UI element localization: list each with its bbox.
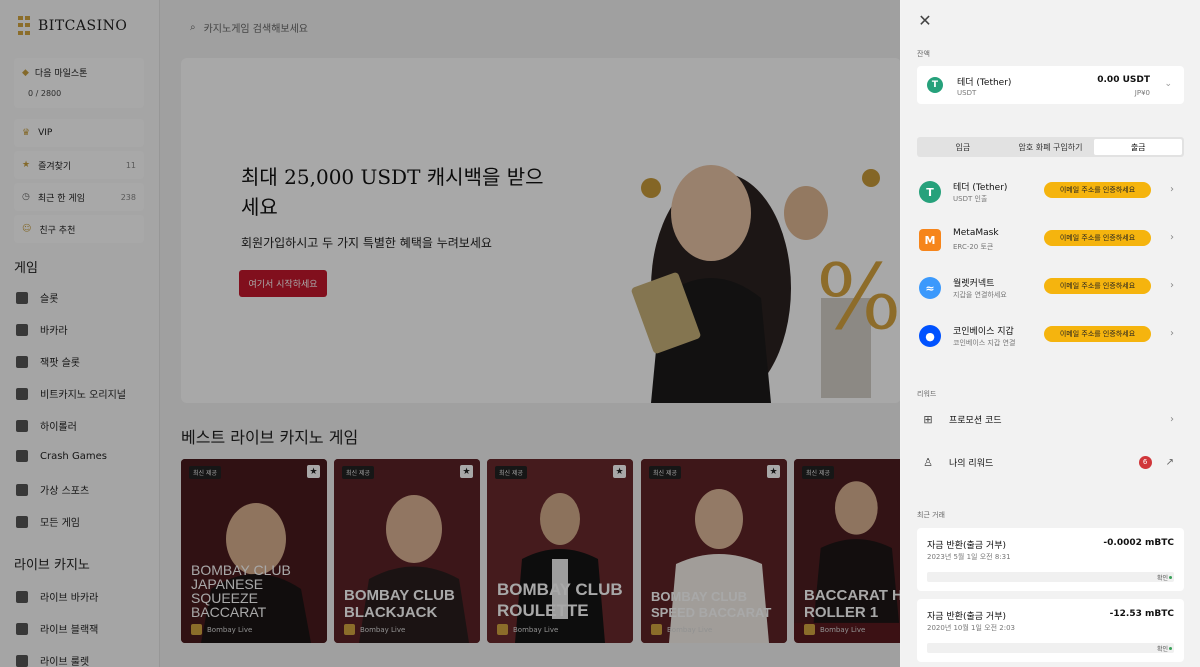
method-sub: ERC-20 토큰 — [953, 243, 994, 251]
tether-icon: T — [919, 181, 941, 203]
method-sub: 코인베이스 지갑 연결 — [953, 339, 1016, 347]
walletconnect-icon: ≈ — [919, 277, 941, 299]
status-dot-icon — [1169, 647, 1172, 650]
coinbase-icon: ● — [919, 325, 941, 347]
chevron-right-icon: › — [1170, 413, 1174, 425]
tab-withdraw[interactable]: 출금 — [1094, 139, 1183, 155]
chevron-down-icon: ⌄ — [1164, 79, 1172, 89]
wallet-tabs: 입금 암호 화폐 구입하기 출금 — [917, 137, 1184, 157]
modal-backdrop[interactable] — [0, 0, 900, 667]
chevron-right-icon: › — [1170, 232, 1174, 243]
wallet-panel: ✕ 잔액 T 테더 (Tether) USDT 0.00 USDT JP¥0 ⌄… — [901, 0, 1200, 667]
method-sub: USDT 인출 — [953, 195, 988, 203]
rewards-count-badge: 6 — [1138, 455, 1152, 469]
transaction-card[interactable]: 자금 반환(출금 거부) -0.0002 mBTC 2023년 5월 1일 오전… — [917, 528, 1184, 591]
method-name: 코인베이스 지갑 — [953, 327, 1014, 337]
verify-email-button[interactable]: 이메일 주소를 인증하세요 — [1044, 326, 1151, 342]
chevron-right-icon: › — [1170, 328, 1174, 339]
promo-code-row[interactable]: ⊞ 프로모션 코드 › — [917, 408, 1184, 430]
transaction-title: 자금 반환(출금 거부) — [927, 541, 1006, 551]
method-sub: 지갑을 연결하세요 — [953, 291, 1007, 299]
currency-name: 테더 (Tether) — [957, 78, 1012, 88]
metamask-icon: M — [919, 229, 941, 251]
rewards-label: 리워드 — [917, 390, 937, 398]
transaction-card[interactable]: 자금 반환(출금 거부) -12.53 mBTC 2020년 10월 1일 오전… — [917, 599, 1184, 662]
method-row-tether[interactable]: T 테더 (Tether) USDT 인출 이메일 주소를 인증하세요 › — [917, 177, 1184, 207]
verify-email-button[interactable]: 이메일 주소를 인증하세요 — [1044, 230, 1151, 246]
reward-icon: ♙ — [923, 455, 933, 469]
transaction-amount: -0.0002 mBTC — [1103, 538, 1174, 548]
method-row-coinbase[interactable]: ● 코인베이스 지갑 코인베이스 지갑 연결 이메일 주소를 인증하세요 › — [917, 321, 1184, 351]
method-name: 월렛커넥트 — [953, 279, 995, 289]
balance-fiat: JP¥0 — [1134, 89, 1150, 97]
promo-code-label: 프로모션 코드 — [949, 415, 1002, 426]
method-name: MetaMask — [953, 228, 999, 238]
method-row-walletconnect[interactable]: ≈ 월렛커넥트 지갑을 연결하세요 이메일 주소를 인증하세요 › — [917, 273, 1184, 303]
external-arrow-icon: ↗ — [1165, 456, 1174, 468]
balance-selector[interactable]: T 테더 (Tether) USDT 0.00 USDT JP¥0 ⌄ — [917, 66, 1184, 104]
currency-symbol: USDT — [957, 89, 977, 97]
transaction-date: 2020년 10월 1일 오전 2:03 — [927, 624, 1015, 632]
balance-amount: 0.00 USDT — [1097, 75, 1150, 85]
method-name: 테더 (Tether) — [953, 183, 1008, 193]
my-rewards-label: 나의 리워드 — [949, 458, 994, 469]
transaction-status-bar — [927, 643, 1174, 653]
casino-app: BITCASINO ◆ 다음 마일스톤 0 / 2800 ♛ VIP ★ 즐겨찾기… — [0, 0, 900, 667]
status-dot-icon — [1169, 576, 1172, 579]
my-rewards-row[interactable]: ♙ 나의 리워드 6 ↗ — [917, 451, 1184, 473]
balance-label: 잔액 — [917, 50, 930, 58]
recent-transactions-label: 최근 거래 — [917, 511, 945, 519]
verify-email-button[interactable]: 이메일 주소를 인증하세요 — [1044, 182, 1151, 198]
tether-icon: T — [927, 77, 943, 93]
transaction-status: 확인 — [1156, 646, 1168, 653]
verify-email-button[interactable]: 이메일 주소를 인증하세요 — [1044, 278, 1151, 294]
gift-icon: ⊞ — [923, 412, 933, 426]
transaction-status: 확인 — [1156, 575, 1168, 582]
transaction-date: 2023년 5월 1일 오전 8:31 — [927, 553, 1011, 561]
chevron-right-icon: › — [1170, 280, 1174, 291]
tab-buy-crypto[interactable]: 암호 화폐 구입하기 — [1007, 139, 1095, 155]
transaction-status-bar — [927, 572, 1174, 582]
chevron-right-icon: › — [1170, 184, 1174, 195]
method-row-metamask[interactable]: M MetaMask ERC-20 토큰 이메일 주소를 인증하세요 › — [917, 225, 1184, 255]
close-icon[interactable]: ✕ — [917, 11, 933, 30]
transaction-amount: -12.53 mBTC — [1109, 609, 1174, 619]
tab-deposit[interactable]: 입금 — [919, 139, 1007, 155]
transaction-title: 자금 반환(출금 거부) — [927, 612, 1006, 622]
